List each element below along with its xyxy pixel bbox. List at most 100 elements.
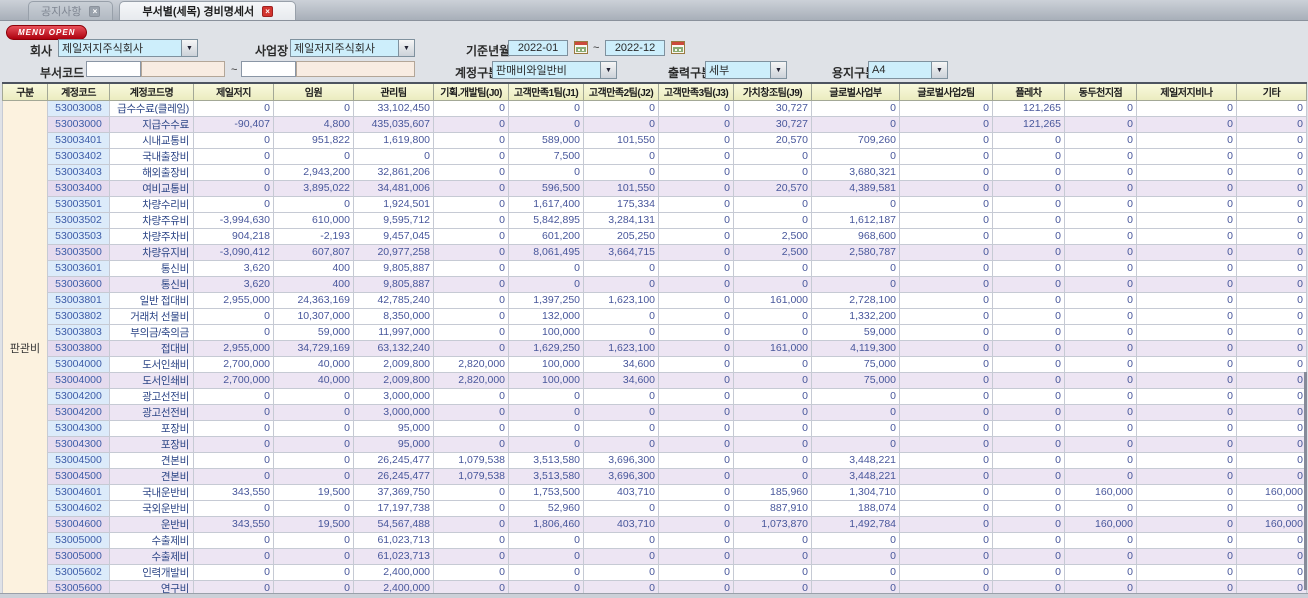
chevron-down-icon[interactable]: ▼ xyxy=(770,62,786,78)
value-cell: 0 xyxy=(1136,403,1237,421)
value-cell: 0 xyxy=(658,179,734,197)
value-cell: 1,332,200 xyxy=(811,307,900,325)
value-cell: 0 xyxy=(658,243,734,261)
subtotal-row[interactable]: 53004500 견본비 0 0 26,245,477 1,079,538 3,513,58… xyxy=(3,467,1307,485)
close-icon[interactable]: × xyxy=(262,5,274,17)
value-cell: 63,132,240 xyxy=(353,339,434,357)
tab-notice[interactable]: 공지사항 × xyxy=(28,1,114,20)
calendar-icon[interactable] xyxy=(574,41,588,54)
account-name-cell: 수출제비 xyxy=(109,531,194,549)
account-code-cell: 53004500 xyxy=(47,451,110,469)
account-type-select[interactable]: 판매비와일반비 ▼ xyxy=(492,61,617,79)
value-cell: 0 xyxy=(733,355,812,373)
account-code-cell: 53004300 xyxy=(47,419,110,437)
value-cell: 0 xyxy=(658,515,734,533)
value-cell: 0 xyxy=(899,515,993,533)
value-cell: 0 xyxy=(1236,323,1307,341)
subtotal-row[interactable]: 53003000 지급수수료 -90,407 4,800 435,035,607 0 0 0 0… xyxy=(3,115,1307,133)
output-type-select[interactable]: 세부 ▼ xyxy=(705,61,787,79)
value-cell: 2,580,787 xyxy=(811,243,900,261)
period-to-input[interactable]: 2022-12 xyxy=(605,40,665,56)
dept-code-from-input[interactable] xyxy=(86,61,141,77)
value-cell: 0 xyxy=(193,163,274,181)
dept-code-to-name[interactable] xyxy=(296,61,415,77)
value-cell: 1,806,460 xyxy=(508,515,584,533)
column-header-10: 가치창조팀(J9) xyxy=(733,82,812,101)
table-row[interactable]: 53004602 국외운반비 0 0 17,197,738 0 52,960 0 0 887,91… xyxy=(3,499,1307,517)
account-code-cell: 53004500 xyxy=(47,467,110,485)
subtotal-row[interactable]: 53003400 여비교통비 0 3,895,022 34,481,006 0 596,50… xyxy=(3,179,1307,197)
value-cell: 0 xyxy=(899,179,993,197)
value-cell: 0 xyxy=(899,131,993,149)
calendar-icon[interactable] xyxy=(671,41,685,54)
value-cell: 0 xyxy=(583,435,659,453)
value-cell: 0 xyxy=(1064,451,1137,469)
subtotal-row[interactable]: 53003500 차량유지비 -3,090,412 607,807 20,977,258… xyxy=(3,243,1307,261)
chevron-down-icon[interactable]: ▼ xyxy=(600,62,616,78)
table-row[interactable]: 53003502 차량주유비 -3,994,630 610,000 9,595,712 0… xyxy=(3,211,1307,229)
account-name-cell: 운반비 xyxy=(109,515,194,533)
table-row[interactable]: 53005602 인력개발비 0 0 2,400,000 0 0 0 0 0 0 0 0 0 0 0 xyxy=(3,563,1307,581)
table-row[interactable]: 53003402 국내출장비 0 0 0 0 7,500 0 0 0 0 0 0 0 0 0 xyxy=(3,147,1307,165)
value-cell: 0 xyxy=(1236,211,1307,229)
chevron-down-icon[interactable]: ▼ xyxy=(181,40,197,56)
value-cell: 17,197,738 xyxy=(353,499,434,517)
value-cell: 0 xyxy=(353,147,434,165)
subtotal-row[interactable]: 53004600 운반비 343,550 19,500 54,567,488 0 1,806… xyxy=(3,515,1307,533)
value-cell: 0 xyxy=(992,547,1065,565)
dept-code-from-name[interactable] xyxy=(141,61,225,77)
table-row[interactable]: 53003803 부의금/축의금 0 59,000 11,997,000 0 100,000… xyxy=(3,323,1307,341)
period-from-input[interactable]: 2022-01 xyxy=(508,40,568,56)
paper-type-select[interactable]: A4 ▼ xyxy=(868,61,948,79)
value-cell: 0 xyxy=(508,99,584,117)
account-name-cell: 통신비 xyxy=(109,259,194,277)
subtotal-row[interactable]: 53004200 광고선전비 0 0 3,000,000 0 0 0 0 0 0 0 0 0 0 0 xyxy=(3,403,1307,421)
account-code-cell: 53003800 xyxy=(47,339,110,357)
value-cell: 0 xyxy=(992,563,1065,581)
chevron-down-icon[interactable]: ▼ xyxy=(398,40,414,56)
value-cell: 0 xyxy=(1064,419,1137,437)
value-cell: 0 xyxy=(658,547,734,565)
table-row[interactable]: 53004000 도서인쇄비 2,700,000 40,000 2,009,800 2,8… xyxy=(3,355,1307,373)
dept-code-to-input[interactable] xyxy=(241,61,296,77)
vertical-scrollbar[interactable] xyxy=(1304,372,1307,590)
subtotal-row[interactable]: 53004000 도서인쇄비 2,700,000 40,000 2,009,800 2,8… xyxy=(3,371,1307,389)
table-row[interactable]: 53003403 해외출장비 0 2,943,200 32,861,206 0 0 0 0 0 3,… xyxy=(3,163,1307,181)
table-row[interactable]: 53004200 광고선전비 0 0 3,000,000 0 0 0 0 0 0 0 0 0 0 0 xyxy=(3,387,1307,405)
subtotal-row[interactable]: 53005000 수출제비 0 0 61,023,713 0 0 0 0 0 0 0 0 0 0 0 xyxy=(3,547,1307,565)
account-code-cell: 53004200 xyxy=(47,387,110,405)
value-cell: 0 xyxy=(658,451,734,469)
table-row[interactable]: 53003801 일반 접대비 2,955,000 24,363,169 42,785,… xyxy=(3,291,1307,309)
subtotal-row[interactable]: 53003600 통신비 3,620 400 9,805,887 0 0 0 0 0 0 0 0 0 0 0 xyxy=(3,275,1307,293)
value-cell: 0 xyxy=(433,291,509,309)
subtotal-row[interactable]: 53003800 접대비 2,955,000 34,729,169 63,132,240… xyxy=(3,339,1307,357)
tab-expense-report[interactable]: 부서별(세목) 경비명세서 × xyxy=(119,1,297,20)
table-row[interactable]: 53004500 견본비 0 0 26,245,477 1,079,538 3,513,58… xyxy=(3,451,1307,469)
value-cell: 0 xyxy=(658,211,734,229)
value-cell: 1,397,250 xyxy=(508,291,584,309)
value-cell: 2,820,000 xyxy=(433,371,509,389)
table-row[interactable]: 53004601 국내운반비 343,550 19,500 37,369,750 0 1,7… xyxy=(3,483,1307,501)
value-cell: 0 xyxy=(658,483,734,501)
account-code-cell: 53005000 xyxy=(47,547,110,565)
table-row[interactable]: 53003802 거래처 선물비 0 10,307,000 8,350,000 0 132,… xyxy=(3,307,1307,325)
value-cell: 2,700,000 xyxy=(193,371,274,389)
workplace-select[interactable]: 제일저지주식회사 ▼ xyxy=(290,39,415,57)
table-row[interactable]: 판관비 53003008 급수수료(클레임) 0 0 33,102,450 0 0 0 0 30,7… xyxy=(2,99,1307,597)
value-cell: 101,550 xyxy=(583,131,659,149)
value-cell: 0 xyxy=(1236,115,1307,133)
table-row[interactable]: 53003401 시내교통비 0 951,822 1,619,800 0 589,000 10… xyxy=(3,131,1307,149)
close-icon[interactable]: × xyxy=(89,5,101,17)
value-cell: 0 xyxy=(899,483,993,501)
table-row[interactable]: 53005000 수출제비 0 0 61,023,713 0 0 0 0 0 0 0 0 0 0 0 xyxy=(3,531,1307,549)
company-select[interactable]: 제일저지주식회사 ▼ xyxy=(58,39,198,57)
table-row[interactable]: 53003601 통신비 3,620 400 9,805,887 0 0 0 0 0 0 0 0 0 0 0 xyxy=(3,259,1307,277)
subtotal-row[interactable]: 53004300 포장비 0 0 95,000 0 0 0 0 0 0 0 0 0 0 0 xyxy=(3,435,1307,453)
table-row[interactable]: 53003503 차량주차비 904,218 -2,193 9,457,045 0 601,… xyxy=(3,227,1307,245)
value-cell: 0 xyxy=(1136,243,1237,261)
table-row[interactable]: 53003501 차량수리비 0 0 1,924,501 0 1,617,400 175,33… xyxy=(3,195,1307,213)
table-row[interactable]: 53004300 포장비 0 0 95,000 0 0 0 0 0 0 0 0 0 0 0 xyxy=(3,419,1307,437)
value-cell: 1,304,710 xyxy=(811,483,900,501)
value-cell: 0 xyxy=(992,499,1065,517)
chevron-down-icon[interactable]: ▼ xyxy=(931,62,947,78)
